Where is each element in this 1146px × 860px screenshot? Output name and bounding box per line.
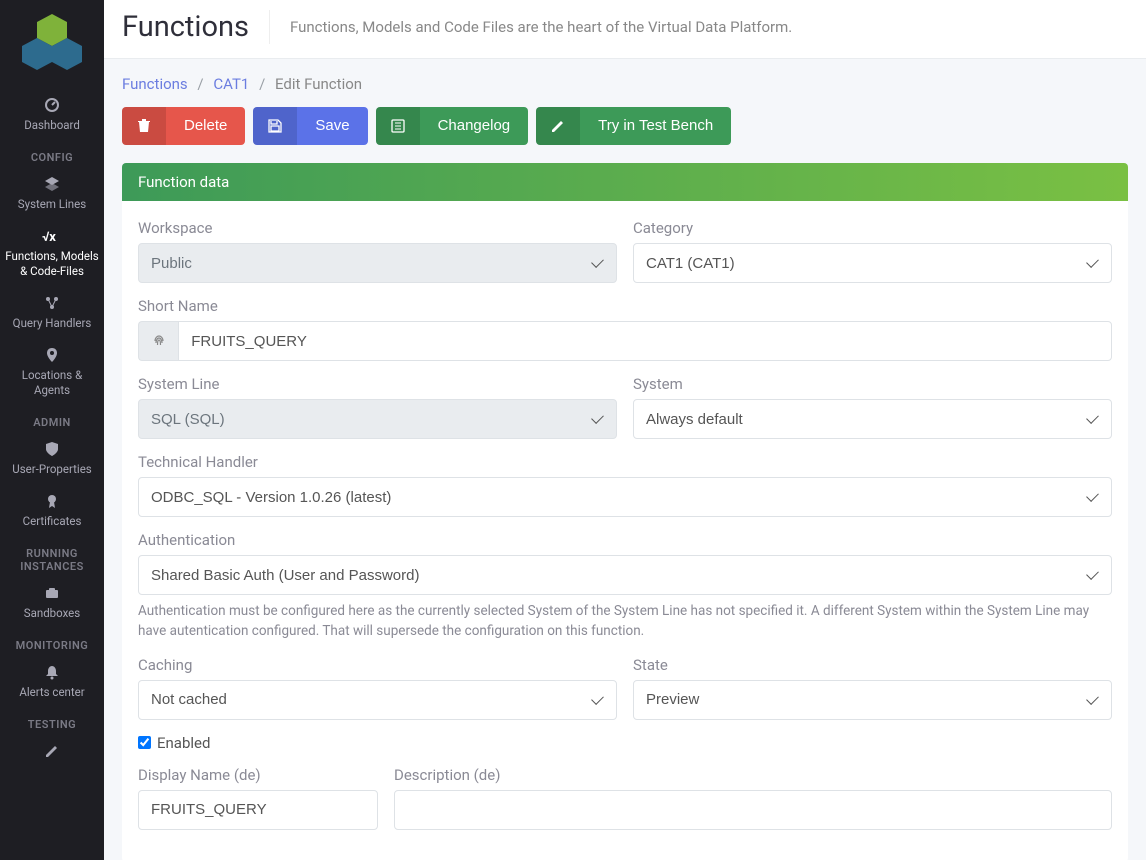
sidebar-section-monitoring: MONITORING: [16, 639, 89, 652]
sidebar-section-config: CONFIG: [31, 151, 73, 164]
sidebar-section-testing: TESTING: [28, 718, 76, 731]
caching-select[interactable]: Not cached: [138, 680, 617, 720]
sidebar-item-label: Sandboxes: [24, 606, 80, 620]
sidebar-section-running: RUNNING INSTANCES: [0, 547, 104, 573]
function-data-card: Function data Workspace Public: [122, 163, 1128, 860]
location-icon: [4, 347, 100, 365]
sidebar: Dashboard CONFIG System Lines √x Functio…: [0, 0, 104, 860]
bell-icon: [4, 664, 100, 682]
caching-label: Caching: [138, 656, 617, 674]
workspace-label: Workspace: [138, 219, 617, 237]
certificate-icon: [4, 493, 100, 511]
sidebar-item-label: User-Properties: [12, 462, 92, 476]
system-line-label: System Line: [138, 375, 617, 393]
breadcrumb-separator: /: [197, 75, 203, 93]
dashboard-icon: [4, 97, 100, 115]
enabled-checkbox[interactable]: [138, 736, 151, 749]
authentication-help-text: Authentication must be configured here a…: [138, 601, 1112, 642]
sidebar-item-testing-placeholder[interactable]: [0, 735, 104, 764]
sandbox-icon: [4, 585, 100, 603]
pencil-icon: [536, 107, 580, 145]
trash-icon: [122, 107, 166, 145]
system-label: System: [633, 375, 1112, 393]
authentication-select[interactable]: Shared Basic Auth (User and Password): [138, 555, 1112, 595]
sidebar-item-user-properties[interactable]: User-Properties: [0, 433, 104, 485]
system-select[interactable]: Always default: [633, 399, 1112, 439]
changelog-button[interactable]: Changelog: [376, 107, 529, 145]
shield-icon: [4, 441, 100, 459]
test-bench-button[interactable]: Try in Test Bench: [536, 107, 731, 145]
content-area: Functions / CAT1 / Edit Function Delete: [104, 59, 1146, 860]
sidebar-item-certificates[interactable]: Certificates: [0, 485, 104, 537]
toolbar: Delete Save Changelog: [122, 107, 1128, 145]
fx-icon: √x: [4, 228, 100, 246]
sidebar-item-query-handlers[interactable]: Query Handlers: [0, 287, 104, 339]
page-header: Functions Functions, Models and Code Fil…: [104, 0, 1146, 59]
display-name-de-label: Display Name (de): [138, 766, 378, 784]
main: Functions Functions, Models and Code Fil…: [104, 0, 1146, 860]
svg-text:√x: √x: [42, 230, 56, 244]
short-name-label: Short Name: [138, 297, 1112, 315]
sidebar-item-label: Query Handlers: [13, 316, 92, 330]
save-icon: [253, 107, 297, 145]
sidebar-item-label: Locations & Agents: [22, 368, 82, 397]
logo: [21, 12, 83, 77]
breadcrumb-link-functions[interactable]: Functions: [122, 75, 188, 93]
page-subtitle: Functions, Models and Code Files are the…: [270, 18, 792, 36]
sidebar-item-label: Certificates: [23, 514, 82, 528]
page-title: Functions: [122, 10, 270, 44]
card-header: Function data: [122, 163, 1128, 201]
button-label: Try in Test Bench: [580, 107, 731, 145]
sidebar-item-system-lines[interactable]: System Lines: [0, 168, 104, 220]
sidebar-section-admin: ADMIN: [33, 416, 71, 429]
layers-icon: [4, 176, 100, 194]
pencil-icon: [4, 743, 100, 761]
authentication-label: Authentication: [138, 531, 1112, 549]
technical-handler-label: Technical Handler: [138, 453, 1112, 471]
state-label: State: [633, 656, 1112, 674]
button-label: Changelog: [420, 107, 529, 145]
sidebar-item-functions[interactable]: √x Functions, Models & Code-Files: [0, 220, 104, 287]
button-label: Save: [297, 107, 367, 145]
sidebar-item-label: Functions, Models & Code-Files: [5, 249, 98, 278]
description-de-input[interactable]: [394, 790, 1112, 830]
card-body: Workspace Public Category CA: [122, 201, 1128, 860]
category-select[interactable]: CAT1 (CAT1): [633, 243, 1112, 283]
breadcrumb-separator: /: [259, 75, 265, 93]
sidebar-item-label: Dashboard: [24, 118, 80, 132]
sidebar-item-label: System Lines: [18, 197, 86, 211]
fingerprint-icon: [138, 321, 178, 361]
sidebar-item-locations[interactable]: Locations & Agents: [0, 339, 104, 406]
breadcrumb: Functions / CAT1 / Edit Function: [122, 75, 1128, 93]
sidebar-item-label: Alerts center: [19, 685, 84, 699]
sidebar-item-alerts-center[interactable]: Alerts center: [0, 656, 104, 708]
delete-button[interactable]: Delete: [122, 107, 245, 145]
display-name-de-input[interactable]: [138, 790, 378, 830]
sidebar-item-sandboxes[interactable]: Sandboxes: [0, 577, 104, 629]
enabled-label: Enabled: [157, 734, 210, 752]
button-label: Delete: [166, 107, 245, 145]
category-label: Category: [633, 219, 1112, 237]
state-select[interactable]: Preview: [633, 680, 1112, 720]
breadcrumb-current: Edit Function: [275, 75, 362, 93]
technical-handler-select[interactable]: ODBC_SQL - Version 1.0.26 (latest): [138, 477, 1112, 517]
short-name-input[interactable]: [178, 321, 1112, 361]
workspace-select[interactable]: Public: [138, 243, 617, 283]
handlers-icon: [4, 295, 100, 313]
list-icon: [376, 107, 420, 145]
save-button[interactable]: Save: [253, 107, 367, 145]
system-line-select[interactable]: SQL (SQL): [138, 399, 617, 439]
breadcrumb-link-cat1[interactable]: CAT1: [213, 75, 249, 93]
description-de-label: Description (de): [394, 766, 1112, 784]
sidebar-item-dashboard[interactable]: Dashboard: [0, 89, 104, 141]
